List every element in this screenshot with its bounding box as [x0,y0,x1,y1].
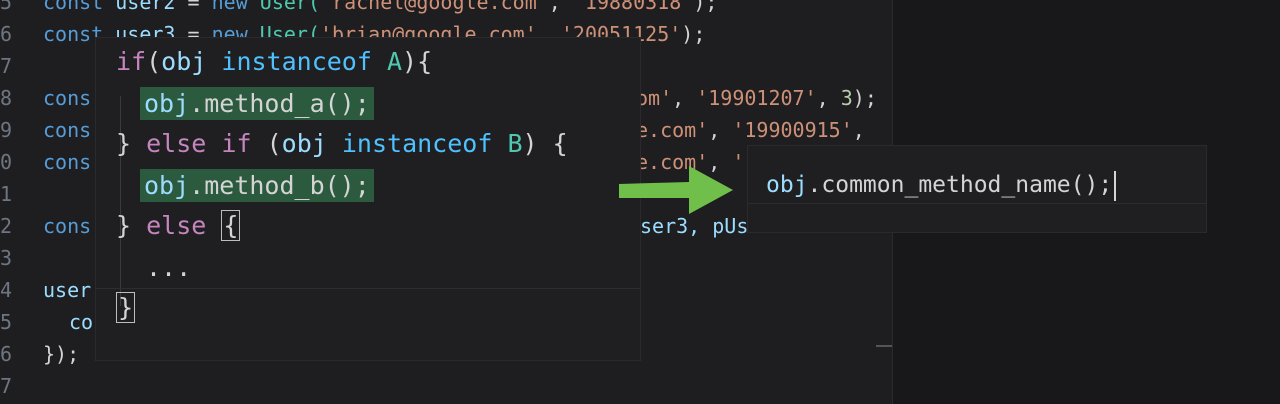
code-line-if: if(obj instanceof A){ [116,42,432,82]
code-token: const [43,0,104,14]
code-line-tail: om', '19901207', 3); [636,86,877,110]
divider [96,288,640,289]
code-token: }); [43,342,80,366]
code-token: e.com' [636,118,709,142]
line-number: 0 [0,150,12,174]
code-token: , [708,118,721,142]
line-number: 7 [0,374,12,398]
code-token: cons [43,86,92,110]
matched-brace: { [221,210,241,241]
code-token: } [116,129,132,158]
code-token: ); [852,86,877,110]
code-token: cons [43,214,92,238]
code-line-tail: e.com', '19900915', [636,114,865,146]
keyword-instanceof: instanceof [341,129,493,158]
code-line-method-b: obj.method_b(); [140,166,374,206]
line-number: 6 [0,22,12,46]
keyword-if: if [221,129,252,158]
line-number: 6 [0,342,12,366]
line-number: 2 [0,214,12,238]
code-token: , [852,118,865,142]
keyword-if: if [116,47,147,76]
code-token: ); [681,22,706,46]
scroll-marker [876,345,892,347]
line-number: 3 [0,246,12,270]
code-line-common-method: obj.common_method_name(); [766,168,1117,202]
unified-call-popup: obj.common_method_name(); [748,146,1206,232]
conditional-code-popup: if(obj instanceof A){ obj.method_a(); } … [96,38,640,360]
code-token: ){ [402,47,433,76]
code-token: co [69,310,94,334]
code-token: obj [144,89,190,118]
class-name: A [386,47,403,76]
code-token: , [672,86,685,110]
code-line-ellipsis: ... [146,248,191,288]
line-number: 8 [0,86,12,110]
divider [748,203,1206,204]
code-token: obj [161,47,207,76]
code-line: cons [43,210,91,242]
code-line-close: } [116,288,136,328]
highlighted-statement: obj.method_a(); [140,87,374,120]
code-token: cons [43,118,92,142]
code-line: const user2 = new User('rachel@google.co… [43,0,717,18]
line-number: 5 [0,0,12,14]
code-token: cons [43,150,92,174]
code-token: User( [259,0,321,14]
code-token: ( [146,47,162,76]
code-line-method-a: obj.method_a(); [140,84,374,124]
line-number-gutter: 5 6 7 8 9 0 1 2 3 4 5 6 7 [0,0,14,404]
line-number: 5 [0,310,12,334]
code-token: ) { [522,129,568,158]
code-token: user2 [115,0,176,14]
class-name: B [507,129,523,158]
code-line: co [69,306,93,338]
code-token: .method_b(); [189,171,370,200]
arrow-shape [619,166,733,214]
line-number: 9 [0,118,12,142]
code-token: ... [146,253,192,282]
line-number: 7 [0,54,12,78]
code-token: ( [266,129,282,158]
keyword-instanceof: instanceof [221,47,372,76]
code-token: ); [693,0,718,14]
code-token: const [43,22,104,46]
line-number: 4 [0,278,12,302]
code-token: } [116,211,132,240]
code-token: obj [766,172,808,198]
code-token: obj [281,129,327,158]
line-number: 1 [0,182,12,206]
code-line: }); [43,338,79,370]
code-token: .method_a(); [189,89,370,118]
keyword-else: else [146,129,207,158]
code-token: om' [636,86,673,110]
code-token: , [548,0,561,14]
code-line: user [43,274,91,306]
matched-brace: } [116,292,136,323]
highlighted-statement: obj.method_b(); [140,169,374,202]
code-token: = [187,0,200,14]
right-arrow-icon [619,166,733,214]
code-line: cons [43,146,91,178]
code-token: '19900915' [732,118,853,142]
code-token: '19901207' [696,86,817,110]
code-line: cons [43,114,91,146]
keyword-else: else [146,211,207,240]
code-line: cons [43,82,91,114]
code-token: 3 [840,86,853,110]
text-cursor [1114,170,1117,201]
code-token: user [43,278,92,302]
code-token: obj [144,171,190,200]
code-token: '19880318' [572,0,694,14]
code-line-else-if: } else if (obj instanceof B) { [116,124,568,164]
code-token: new [211,0,248,14]
code-token: 'rachel@google.com' [320,0,549,14]
code-line-else: } else { [116,206,241,246]
code-token: .common_method_name(); [807,172,1113,198]
